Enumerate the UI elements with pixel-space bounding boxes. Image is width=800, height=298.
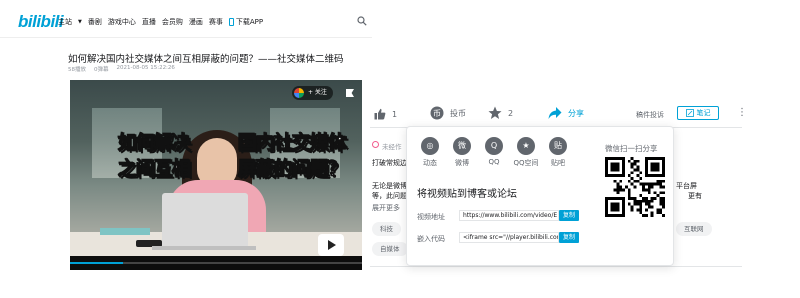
tieba-icon: 贴 [549,137,567,155]
unauthorized-notice: 未经作 [382,143,402,151]
collect-button[interactable]: 2 [488,106,513,120]
share-button[interactable]: 分享 [548,106,584,120]
share-label: 分享 [568,108,584,118]
platform-label: QQ [488,158,500,166]
svg-text:币: 币 [433,109,441,118]
nav-item-manga[interactable]: 漫画 [189,17,203,27]
qr-title: 微信扫一扫分享 [605,144,658,153]
embed-section-title: 将视频贴到博客或论坛 [417,189,517,200]
description-text: 无论是微博 [372,182,407,190]
more-vertical-icon[interactable]: ⋮ [737,107,747,118]
description-text: 更有 [688,192,702,200]
phone-icon [228,18,234,26]
description-text: 平台屏 [676,182,697,190]
description-text: 等，此问题 [372,192,407,200]
video-player[interactable]: 如何解决 国内社交媒体 之间互相 屏蔽的问题？ + 关注 [70,80,362,270]
share-weibo-button[interactable]: 微 微博 [445,137,479,168]
nav-item-live[interactable]: 直播 [142,17,156,27]
publish-date: 2021-08-05 15:22:26 [116,65,175,71]
header-divider [0,37,372,38]
share-qzone-button[interactable]: ★ QQ空间 [509,137,543,168]
coin-icon: 币 [430,106,444,120]
report-link[interactable]: 稿件投诉 [636,110,664,120]
wechat-qr-code [605,157,665,217]
share-popup: ◎ 动态 微 微博 Q QQ ★ QQ空间 贴 贴吧 将视频贴到博客或论坛 视频… [406,126,674,266]
prohibited-icon [372,141,379,148]
progress-fill [70,262,123,264]
video-url-field[interactable]: https://www.bilibili.com/video/E [459,210,559,221]
share-qq-button[interactable]: Q QQ [477,137,511,166]
copy-embed-button[interactable]: 复制 [559,232,579,243]
like-count: 1 [392,109,398,119]
platform-label: QQ空间 [513,159,539,167]
description-text: 打破常规边 [372,159,407,167]
qq-icon: Q [485,137,503,155]
share-tieba-button[interactable]: 贴 贴吧 [541,137,575,168]
star-icon [488,106,502,119]
top-nav: 主站 ▼ 番剧 游戏中心 直播 会员购 漫画 赛事 下载APP [58,17,263,27]
laptop [162,193,248,248]
edit-icon [685,109,694,117]
section-divider [370,266,742,267]
embed-code-label: 嵌入代码 [417,235,445,243]
nav-item-anime[interactable]: 番剧 [88,17,102,27]
tag-item[interactable]: 互联网 [676,222,712,236]
play-badge-icon [318,234,344,256]
nav-item-game-center[interactable]: 游戏中心 [108,17,136,27]
share-dynamic-button[interactable]: ◎ 动态 [413,137,447,168]
dynamic-icon: ◎ [421,137,439,155]
platform-label: 动态 [423,159,437,167]
video-url-label: 视频地址 [417,213,445,221]
books [100,228,150,235]
overlay-caption: 如何解决 [117,132,191,155]
download-app-label: 下载APP [235,18,264,26]
notes-label: 笔记 [696,109,711,117]
video-meta: 58播放 0弹幕 2021-08-05 15:22:26 [68,65,175,73]
notes-button[interactable]: 笔记 [677,106,719,120]
view-count: 58播放 [68,67,86,73]
collect-count: 2 [508,108,514,118]
copy-url-button[interactable]: 复制 [559,210,579,221]
nav-item-download-app[interactable]: 下载APP [228,17,264,27]
nav-item-esports[interactable]: 赛事 [209,17,223,27]
weibo-icon: 微 [453,137,471,155]
coin-button[interactable]: 币 投币 [430,106,466,120]
overlay-caption: 屏蔽的问题？ [237,158,347,181]
expand-more-link[interactable]: 展开更多 [372,203,400,213]
search-icon[interactable] [357,16,367,26]
danmaku-count: 0弹幕 [94,67,109,73]
uploader-avatar[interactable] [294,88,304,98]
platform-label: 微博 [455,159,469,167]
embed-code-field[interactable]: <iframe src="//player.bilibili.com [459,232,559,243]
thumbs-up-icon [374,108,386,120]
bilibili-logo[interactable]: bilibili [18,12,64,32]
overlay-caption: 之间互相 [117,158,191,181]
overlay-caption: 国内社交媒体 [237,132,347,155]
chevron-down-icon[interactable]: ▼ [78,19,82,25]
coin-label: 投币 [450,108,466,118]
share-arrow-icon [548,107,562,119]
tag-item[interactable]: 科技 [372,222,401,236]
nav-item-main[interactable]: 主站 [58,17,72,27]
qzone-icon: ★ [517,137,535,155]
laptop-base [152,246,256,250]
platform-label: 贴吧 [551,159,565,167]
video-title: 如何解决国内社交媒体之间互相屏蔽的问题？——社交媒体二维码 [68,54,344,65]
like-button[interactable]: 1 [374,108,397,120]
nav-item-shop[interactable]: 会员购 [162,17,183,27]
tag-item[interactable]: 自媒体 [372,242,408,256]
